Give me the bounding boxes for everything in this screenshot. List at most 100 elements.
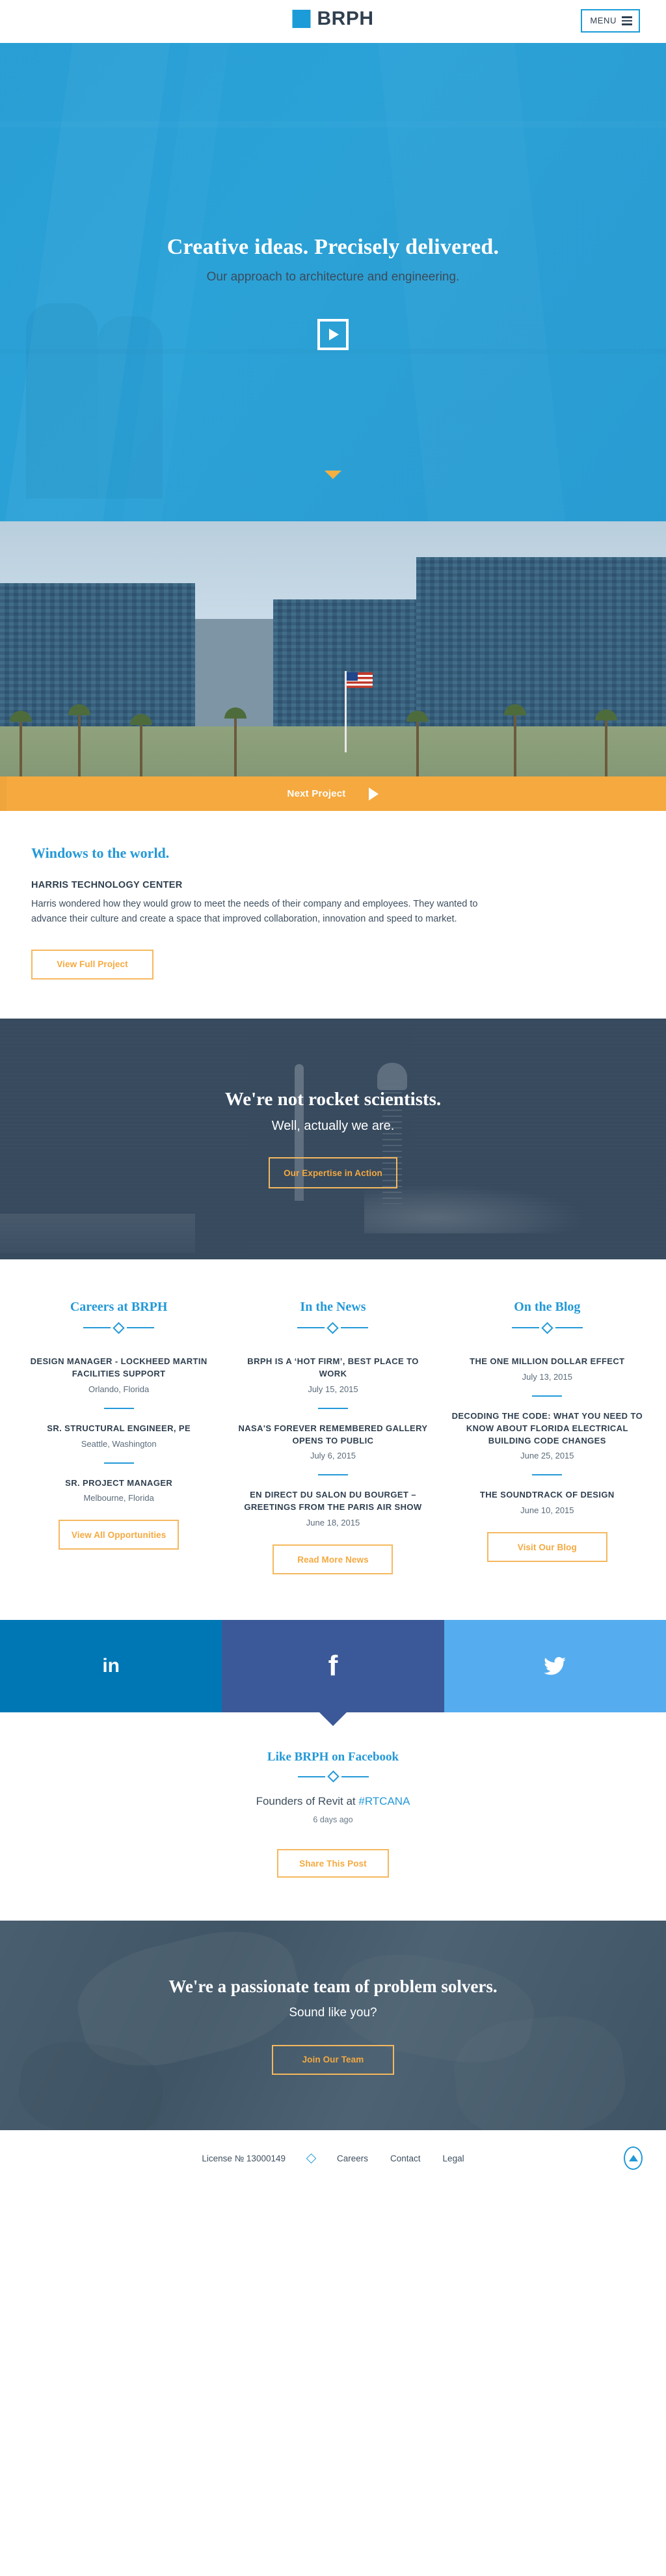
divider bbox=[103, 1407, 134, 1409]
hero-section: Creative ideas. Precisely delivered. Our… bbox=[0, 43, 666, 521]
item-title[interactable]: THE ONE MILLION DOLLAR EFFECT bbox=[470, 1356, 624, 1368]
expertise-section: We're not rocket scientists. Well, actua… bbox=[0, 1018, 666, 1259]
facebook-post-text: Founders of Revit at #RTCANA bbox=[0, 1795, 666, 1808]
palm-tree bbox=[65, 696, 94, 782]
facebook-tile[interactable]: f bbox=[222, 1620, 444, 1727]
list-item[interactable]: DESIGN MANAGER - LOCKHEED MARTIN FACILIT… bbox=[22, 1356, 215, 1394]
footer-link-legal[interactable]: Legal bbox=[443, 2154, 464, 2163]
view-all-opportunities-button[interactable]: View All Opportunities bbox=[59, 1520, 180, 1550]
divider bbox=[532, 1395, 563, 1397]
twitter-tile[interactable] bbox=[444, 1620, 666, 1713]
column-heading: On the Blog bbox=[514, 1299, 581, 1314]
list-item[interactable]: EN DIRECT DU SALON DU BOURGET – GREETING… bbox=[236, 1489, 429, 1528]
divider bbox=[103, 1462, 134, 1464]
item-meta: July 6, 2015 bbox=[310, 1451, 356, 1461]
item-title[interactable]: BRPH IS A ‘HOT FIRM’, BEST PLACE TO WORK bbox=[236, 1356, 429, 1380]
item-meta: June 10, 2015 bbox=[520, 1505, 574, 1516]
divider bbox=[532, 1474, 563, 1476]
cta-subtitle: Sound like you? bbox=[289, 2005, 377, 2020]
read-more-news-button[interactable]: Read More News bbox=[273, 1544, 393, 1575]
view-full-project-button[interactable]: View Full Project bbox=[31, 949, 153, 980]
divider bbox=[317, 1407, 348, 1409]
list-item[interactable]: THE SOUNDTRACK OF DESIGN June 10, 2015 bbox=[480, 1489, 615, 1515]
list-item[interactable]: THE ONE MILLION DOLLAR EFFECT July 13, 2… bbox=[470, 1356, 624, 1382]
list-item[interactable]: SR. PROJECT MANAGER Melbourne, Florida bbox=[65, 1477, 172, 1503]
list-item[interactable]: SR. STRUCTURAL ENGINEER, PE Seattle, Was… bbox=[47, 1423, 191, 1449]
project-body: Harris wondered how they would grow to m… bbox=[31, 899, 478, 925]
building-right bbox=[416, 557, 666, 746]
list-item[interactable]: DECODING THE CODE: WHAT YOU NEED TO KNOW… bbox=[451, 1410, 644, 1461]
project-hero-image: Next Project bbox=[0, 521, 666, 811]
column-heading: In the News bbox=[300, 1299, 366, 1314]
twitter-bird-icon bbox=[544, 1657, 566, 1675]
item-meta: June 18, 2015 bbox=[306, 1518, 360, 1528]
item-meta: Orlando, Florida bbox=[88, 1384, 150, 1394]
scroll-to-top-button[interactable] bbox=[624, 2146, 643, 2171]
column-heading: Careers at BRPH bbox=[70, 1299, 168, 1314]
column-blog: On the Blog THE ONE MILLION DOLLAR EFFEC… bbox=[440, 1300, 654, 1574]
social-links-bar: in f bbox=[0, 1620, 666, 1727]
diamond-divider-icon bbox=[297, 1322, 369, 1334]
expertise-subtitle: Well, actually we are. bbox=[271, 1119, 395, 1134]
next-project-button[interactable]: Next Project bbox=[0, 776, 666, 811]
hashtag-link[interactable]: #RTCANA bbox=[358, 1795, 410, 1807]
selected-caret-icon bbox=[319, 1712, 347, 1727]
item-meta: June 25, 2015 bbox=[520, 1451, 574, 1461]
expertise-title: We're not rocket scientists. bbox=[224, 1089, 442, 1110]
diamond-separator-icon bbox=[306, 2153, 317, 2163]
hero-subtitle: Our approach to architecture and enginee… bbox=[206, 270, 460, 284]
item-meta: Melbourne, Florida bbox=[83, 1493, 154, 1503]
item-title[interactable]: DECODING THE CODE: WHAT YOU NEED TO KNOW… bbox=[451, 1410, 644, 1447]
palm-tree bbox=[127, 706, 155, 782]
item-title[interactable]: SR. PROJECT MANAGER bbox=[65, 1477, 172, 1490]
join-team-cta-section: We're a passionate team of problem solve… bbox=[0, 1921, 666, 2131]
logo-square-icon bbox=[292, 10, 311, 28]
item-title[interactable]: DESIGN MANAGER - LOCKHEED MARTIN FACILIT… bbox=[22, 1356, 215, 1380]
join-our-team-button[interactable]: Join Our Team bbox=[271, 2044, 394, 2075]
footer-link-contact[interactable]: Contact bbox=[390, 2154, 421, 2163]
share-this-post-button[interactable]: Share This Post bbox=[277, 1849, 389, 1878]
scroll-down-arrow-icon[interactable] bbox=[325, 471, 341, 479]
item-meta: July 15, 2015 bbox=[308, 1384, 358, 1394]
site-footer: License № 13000149 Careers Contact Legal bbox=[0, 2130, 666, 2187]
diamond-divider-icon bbox=[83, 1322, 155, 1334]
three-column-section: Careers at BRPH DESIGN MANAGER - LOCKHEE… bbox=[0, 1259, 666, 1620]
cta-title: We're a passionate team of problem solve… bbox=[168, 1976, 498, 1996]
item-title[interactable]: EN DIRECT DU SALON DU BOURGET – GREETING… bbox=[236, 1489, 429, 1514]
brph-logo[interactable]: BRPH bbox=[292, 9, 373, 29]
our-expertise-in-action-button[interactable]: Our Expertise in Action bbox=[269, 1157, 397, 1189]
license-number: License № 13000149 bbox=[202, 2153, 286, 2163]
item-meta: Seattle, Washington bbox=[81, 1438, 157, 1449]
item-title[interactable]: SR. STRUCTURAL ENGINEER, PE bbox=[47, 1423, 191, 1435]
hero-content: Creative ideas. Precisely delivered. Our… bbox=[0, 43, 666, 479]
palm-tree bbox=[592, 701, 620, 782]
linkedin-tile[interactable]: in bbox=[0, 1620, 222, 1713]
linkedin-icon: in bbox=[102, 1655, 120, 1677]
facebook-feed-section: Like BRPH on Facebook Founders of Revit … bbox=[0, 1712, 666, 1921]
facebook-post-timestamp: 6 days ago bbox=[313, 1815, 353, 1825]
menu-button[interactable]: MENU bbox=[581, 9, 640, 33]
column-news: In the News BRPH IS A ‘HOT FIRM’, BEST P… bbox=[226, 1299, 440, 1575]
list-item[interactable]: BRPH IS A ‘HOT FIRM’, BEST PLACE TO WORK… bbox=[236, 1356, 429, 1394]
visit-our-blog-button[interactable]: Visit Our Blog bbox=[486, 1532, 607, 1563]
item-meta: July 13, 2015 bbox=[522, 1371, 572, 1382]
column-careers: Careers at BRPH DESIGN MANAGER - LOCKHEE… bbox=[12, 1300, 226, 1574]
project-headline: Windows to the world. bbox=[31, 845, 170, 861]
divider bbox=[317, 1474, 348, 1476]
diamond-divider-icon bbox=[0, 1770, 666, 1783]
item-title[interactable]: THE SOUNDTRACK OF DESIGN bbox=[480, 1489, 615, 1501]
expertise-content: We're not rocket scientists. Well, actua… bbox=[224, 1089, 442, 1189]
hero-title: Creative ideas. Precisely delivered. bbox=[166, 235, 500, 259]
menu-button-label: MENU bbox=[590, 16, 617, 26]
item-title[interactable]: NASA'S FOREVER REMEMBERED GALLERY OPENS … bbox=[236, 1423, 429, 1447]
palm-tree bbox=[501, 696, 529, 782]
footer-link-careers[interactable]: Careers bbox=[337, 2154, 368, 2163]
facebook-section-heading: Like BRPH on Facebook bbox=[267, 1750, 399, 1764]
palm-tree bbox=[221, 699, 250, 782]
play-video-button[interactable] bbox=[317, 319, 349, 350]
homepage: BRPH MENU Creative ideas. Precisely deli… bbox=[0, 0, 666, 2187]
list-item[interactable]: NASA'S FOREVER REMEMBERED GALLERY OPENS … bbox=[236, 1423, 429, 1461]
next-project-label: Next Project bbox=[287, 788, 346, 799]
arrow-right-icon bbox=[369, 787, 379, 801]
footer-links: License № 13000149 Careers Contact Legal bbox=[202, 2153, 464, 2163]
